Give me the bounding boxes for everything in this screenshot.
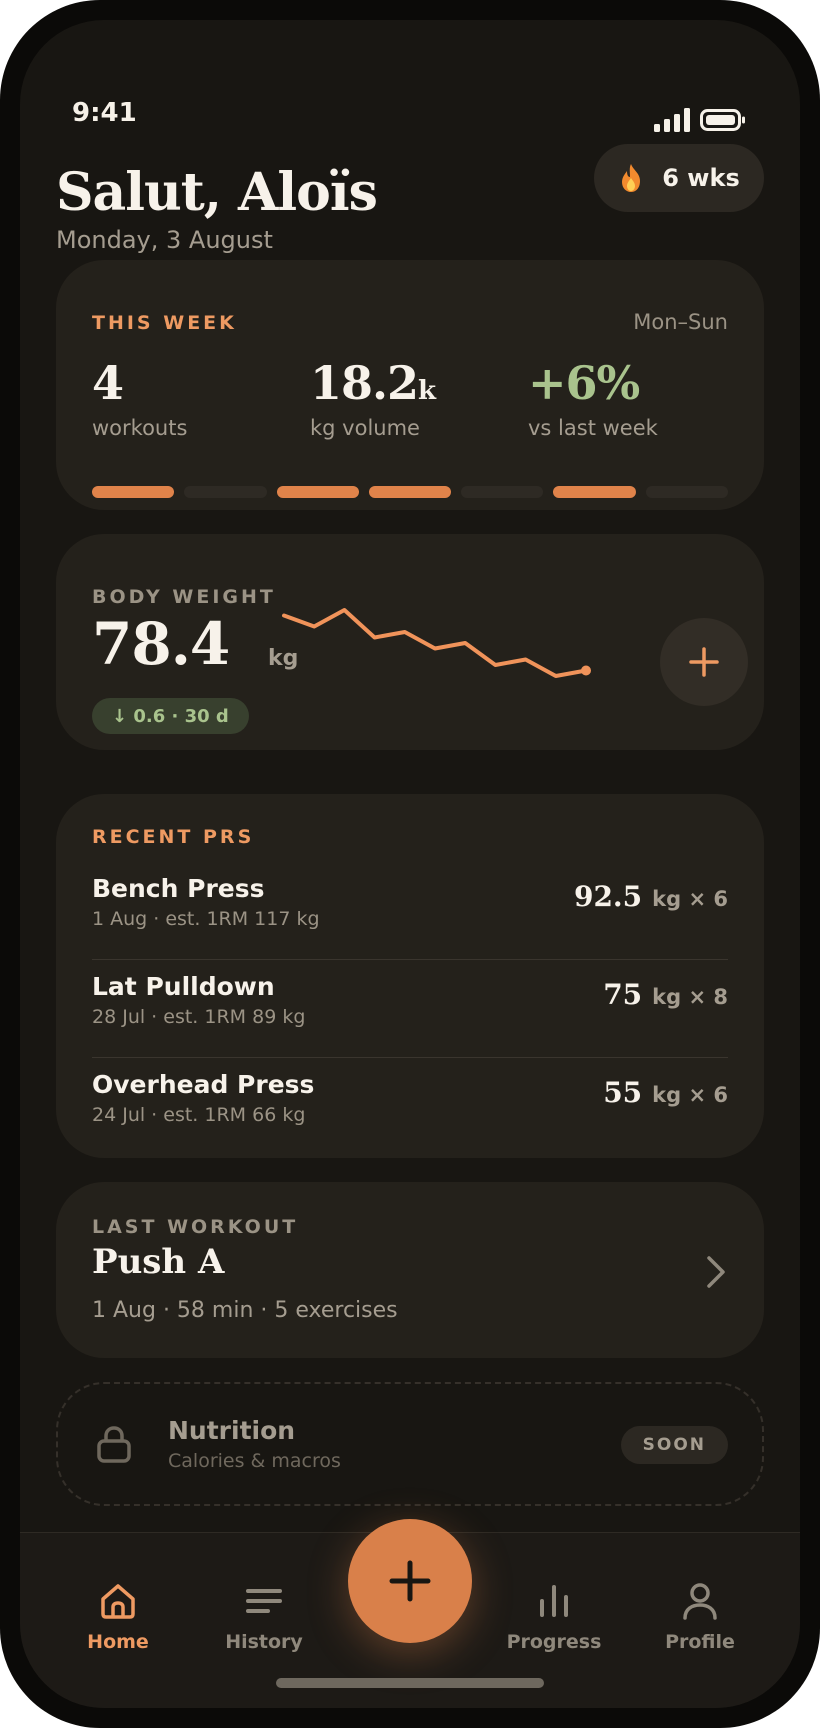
stat-value: 18.2k — [310, 356, 436, 410]
pr-weight: 75 — [603, 978, 643, 1011]
week-progress-bars — [92, 486, 728, 498]
pr-reps: kg × 8 — [652, 985, 728, 1009]
home-indicator[interactable] — [276, 1678, 544, 1688]
week-day-bar — [276, 486, 359, 498]
tab-home[interactable]: Home — [58, 1581, 178, 1653]
pr-row[interactable]: Bench Press 1 Aug · est. 1RM 117 kg 92.5… — [92, 862, 728, 960]
tab-label: Progress — [506, 1631, 602, 1653]
lock-icon — [97, 1426, 131, 1463]
add-workout-button[interactable] — [348, 1519, 472, 1643]
weight-value: 78.4 — [92, 610, 230, 678]
week-day-bar — [184, 486, 267, 498]
stat-value: +6% — [528, 356, 640, 410]
plus-icon — [389, 1560, 431, 1602]
stat-value: 4 — [92, 356, 124, 410]
week-day-bar — [368, 486, 452, 498]
body-weight-title: BODY WEIGHT — [92, 586, 276, 608]
pr-reps: kg × 6 — [652, 1083, 728, 1107]
week-day-bar — [461, 486, 544, 498]
pr-meta: 24 Jul · est. 1RM 66 kg — [92, 1104, 306, 1126]
tab-label: Home — [87, 1631, 149, 1653]
pr-meta: 1 Aug · est. 1RM 117 kg — [92, 908, 320, 930]
pr-row[interactable]: Lat Pulldown 28 Jul · est. 1RM 89 kg 75 … — [92, 960, 728, 1058]
signal-icon — [654, 108, 690, 132]
pr-exercise-name: Overhead Press — [92, 1070, 315, 1099]
body-weight-card[interactable]: BODY WEIGHT 78.4 kg ↓ 0.6 · 30 d — [56, 534, 764, 750]
stat-change: +6% vs last week — [528, 356, 658, 440]
recent-prs-title: RECENT PRS — [92, 826, 255, 848]
weight-latest-point — [581, 665, 591, 676]
stat-volume: 18.2k kg volume — [310, 356, 436, 440]
stat-label: kg volume — [310, 416, 420, 440]
status-time: 9:41 — [72, 98, 137, 128]
pr-result: 75 kg × 8 — [603, 978, 728, 1011]
last-workout-card[interactable]: LAST WORKOUT Push A 1 Aug · 58 min · 5 e… — [56, 1182, 764, 1358]
week-day-bar — [92, 486, 175, 498]
workout-name: Push A — [92, 1242, 225, 1282]
pr-meta: 28 Jul · est. 1RM 89 kg — [92, 1006, 306, 1028]
pr-weight: 55 — [603, 1076, 643, 1109]
workout-meta: 1 Aug · 58 min · 5 exercises — [92, 1298, 398, 1323]
nutrition-title: Nutrition — [168, 1416, 296, 1445]
battery-icon — [700, 109, 745, 131]
streak-label: 6 wks — [662, 164, 740, 192]
coming-soon-badge: SOON — [620, 1426, 728, 1464]
screen: 9:41 Salut, Aloïs Monday, 3 August 6 wks… — [20, 20, 800, 1708]
streak-badge[interactable]: 6 wks — [594, 144, 764, 212]
flame-icon — [622, 164, 641, 192]
stat-label: workouts — [92, 416, 188, 440]
nutrition-card: Nutrition Calories & macros SOON — [56, 1382, 764, 1506]
chevron-right-icon — [707, 1256, 725, 1288]
tab-profile[interactable]: Profile — [640, 1581, 760, 1653]
pr-weight: 92.5 — [573, 880, 643, 913]
person-icon — [683, 1583, 717, 1620]
date-label: Monday, 3 August — [56, 226, 273, 254]
this-week-card: THIS WEEK Mon–Sun 4 workouts 18.2k kg vo… — [56, 260, 764, 510]
pr-row[interactable]: Overhead Press 24 Jul · est. 1RM 66 kg 5… — [92, 1058, 728, 1156]
plus-icon — [689, 647, 719, 677]
pr-exercise-name: Bench Press — [92, 874, 265, 903]
phone-frame: 9:41 Salut, Aloïs Monday, 3 August 6 wks… — [0, 0, 820, 1728]
stat-workouts: 4 workouts — [92, 356, 187, 440]
this-week-title: THIS WEEK — [92, 312, 237, 334]
pr-result: 55 kg × 6 — [603, 1076, 728, 1109]
tab-label: Profile — [665, 1631, 735, 1653]
nutrition-subtitle: Calories & macros — [168, 1450, 341, 1472]
tab-label: History — [225, 1631, 303, 1653]
pr-reps: kg × 6 — [652, 887, 728, 911]
list-icon — [246, 1589, 282, 1613]
weight-trend-line — [282, 608, 588, 678]
recent-prs-card: RECENT PRS Bench Press 1 Aug · est. 1RM … — [56, 794, 764, 1158]
weight-change-badge: ↓ 0.6 · 30 d — [92, 698, 249, 734]
bar-chart-icon — [540, 1585, 568, 1617]
week-day-bar — [645, 486, 728, 498]
week-range: Mon–Sun — [633, 310, 728, 334]
weight-sparkline — [282, 608, 591, 678]
pr-result: 92.5 kg × 6 — [574, 880, 728, 913]
home-icon — [101, 1584, 135, 1619]
page-title: Salut, Aloïs — [56, 162, 378, 223]
stat-label: vs last week — [528, 416, 658, 440]
tab-progress[interactable]: Progress — [494, 1581, 614, 1653]
pr-exercise-name: Lat Pulldown — [92, 972, 275, 1001]
last-workout-title: LAST WORKOUT — [92, 1216, 299, 1238]
add-weight-button[interactable] — [660, 618, 748, 706]
tab-history[interactable]: History — [204, 1581, 324, 1653]
week-day-bar — [553, 486, 636, 498]
